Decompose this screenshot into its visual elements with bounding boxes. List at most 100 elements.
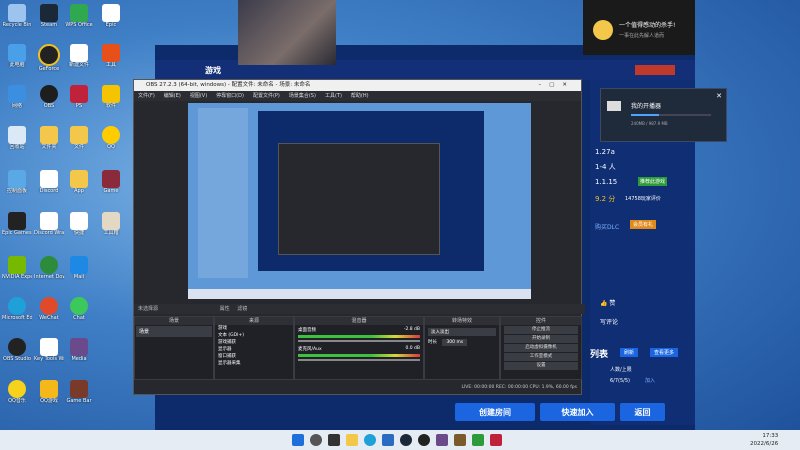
obs-preview[interactable]	[188, 103, 531, 299]
store-icon[interactable]	[382, 434, 394, 446]
properties-button[interactable]: 属性	[220, 306, 230, 312]
file-icon	[70, 44, 88, 62]
desktop-icon[interactable]: Microsoft Edge	[2, 297, 32, 321]
menu-help[interactable]: 帮助(H)	[351, 91, 369, 101]
desktop-icon[interactable]: GeForce	[34, 44, 64, 72]
players-count: 6/7(5/5)	[610, 378, 630, 384]
edge-icon[interactable]	[364, 434, 376, 446]
desktop-icon[interactable]: Chat	[64, 297, 94, 321]
desktop-icon[interactable]: OBS	[34, 85, 64, 109]
source-item[interactable]: 窗口捕获	[218, 353, 293, 360]
source-item[interactable]: 游戏	[218, 325, 293, 332]
review-link[interactable]: 写评论	[600, 317, 618, 326]
game-icon[interactable]	[454, 434, 466, 446]
window-controls[interactable]: –▢✕	[538, 80, 575, 91]
desktop-icon[interactable]: 控制面板	[2, 170, 32, 194]
desktop-icon[interactable]: App	[64, 170, 94, 194]
desktop-icon[interactable]: 此电脑	[2, 44, 32, 68]
settings-button[interactable]: 设置	[504, 362, 578, 370]
dlc-link[interactable]: 购买DLC	[595, 222, 619, 231]
desktop-icon[interactable]: WPS Office	[64, 4, 94, 28]
desktop-icon[interactable]: OBS Studio	[2, 338, 32, 362]
menu-tools[interactable]: 工具(T)	[325, 91, 342, 101]
menu-scene-collection[interactable]: 场景集合(S)	[289, 91, 316, 101]
search-icon[interactable]	[310, 434, 322, 446]
source-item[interactable]: 显示器采集	[218, 360, 293, 367]
desktop-icon[interactable]: 快捷	[64, 212, 94, 236]
app-icon[interactable]	[436, 434, 448, 446]
create-room-button[interactable]: 创建房间	[455, 403, 535, 421]
start-record-button[interactable]: 开始录制	[504, 335, 578, 343]
like-button[interactable]: 👍 赞	[600, 298, 615, 307]
join-link[interactable]: 加入	[645, 377, 655, 384]
desktop-icon[interactable]: Internet Download	[34, 256, 64, 280]
task-view-icon[interactable]	[328, 434, 340, 446]
menu-docks[interactable]: 停靠窗口(D)	[216, 91, 244, 101]
desktop-icon[interactable]: QQ音乐	[2, 380, 32, 404]
menu-edit[interactable]: 编辑(E)	[164, 91, 181, 101]
desktop-icon[interactable]: Discord	[34, 170, 64, 194]
desktop-icon[interactable]: 文件夹	[34, 126, 64, 150]
clock[interactable]: 17:33 2022/6/26	[750, 432, 778, 448]
desktop-icon[interactable]: QQ游戏	[34, 380, 64, 404]
recycle-icon	[8, 126, 26, 144]
transition-select[interactable]: 淡入淡出	[428, 328, 496, 336]
scenes-header: 场景	[135, 317, 213, 325]
menu-profile[interactable]: 配置文件(P)	[253, 91, 280, 101]
recommend-badge[interactable]: 推荐此游戏	[638, 177, 668, 186]
desktop-icon[interactable]: Epic	[96, 4, 126, 28]
desktop-icon[interactable]: PS	[64, 85, 94, 109]
desktop-icon[interactable]: 文件	[64, 126, 94, 150]
duration-input[interactable]: 300 ms	[442, 339, 468, 346]
qq-music-icon	[8, 380, 26, 398]
source-item[interactable]: 显示器	[218, 346, 293, 353]
game-icon	[102, 170, 120, 188]
more-button[interactable]: 查看更多	[650, 348, 679, 357]
source-item[interactable]: 游戏捕获	[218, 339, 293, 346]
back-button[interactable]: 返回	[620, 403, 665, 421]
desktop-icon[interactable]: QQ	[96, 126, 126, 150]
game-nav-label[interactable]: 游戏	[205, 65, 221, 76]
desktop-icon[interactable]: Epic Games Launcher	[2, 212, 32, 236]
obs-icon[interactable]	[418, 434, 430, 446]
desktop-icon[interactable]: NVIDIA Experience	[2, 256, 32, 280]
desktop-icon[interactable]: Game Bar	[64, 380, 94, 404]
filters-button[interactable]: 滤镜	[237, 306, 247, 312]
explorer-icon[interactable]	[346, 434, 358, 446]
app-icon[interactable]	[490, 434, 502, 446]
vip-button[interactable]: 会员有礼	[630, 220, 657, 229]
quick-join-button[interactable]: 快速加入	[540, 403, 615, 421]
virtual-camera-button[interactable]: 启动虚拟摄像机	[504, 344, 578, 352]
menu-file[interactable]: 文件(F)	[138, 91, 155, 101]
desktop-icon[interactable]: Discord Wrapper	[34, 212, 64, 236]
desktop-icon[interactable]: Recycle Bin	[2, 4, 32, 28]
steam-icon[interactable]	[400, 434, 412, 446]
desktop-icon[interactable]: Mail	[64, 256, 94, 280]
desktop-icon[interactable]: 工具	[96, 44, 126, 68]
desktop-icon[interactable]: Game	[96, 170, 126, 194]
studio-mode-button[interactable]: 工作室模式	[504, 353, 578, 361]
desktop-icon[interactable]: Key Tools Wrapper	[34, 338, 64, 362]
desktop-icon[interactable]: Media	[64, 338, 94, 362]
desktop-icon[interactable]: 新建文件	[64, 44, 94, 68]
desktop-icon[interactable]: Steam	[34, 4, 64, 28]
desktop-icon[interactable]: 网络	[2, 85, 32, 109]
volume-slider[interactable]	[298, 340, 420, 342]
start-icon[interactable]	[292, 434, 304, 446]
refresh-button[interactable]: 刷新	[620, 348, 639, 357]
close-icon[interactable]: ✕	[716, 92, 722, 100]
menu-view[interactable]: 视图(V)	[190, 91, 207, 101]
desktop-icon[interactable]: WeChat	[34, 297, 64, 321]
stop-stream-button[interactable]: 停止推流	[504, 326, 578, 334]
document-icon	[40, 338, 58, 356]
app-icon[interactable]	[472, 434, 484, 446]
scene-item[interactable]: 场景	[136, 326, 212, 337]
volume-slider[interactable]	[298, 359, 420, 361]
user-badge[interactable]	[635, 65, 675, 75]
players-header: 人数/上限	[610, 367, 632, 373]
desktop-icon[interactable]: 工具箱	[96, 212, 126, 236]
desktop-icon[interactable]: 软件	[96, 85, 126, 109]
source-item[interactable]: 文本 (GDI+)	[218, 332, 293, 339]
desktop-icon[interactable]: 回收站	[2, 126, 32, 150]
tool-icon	[102, 44, 120, 62]
